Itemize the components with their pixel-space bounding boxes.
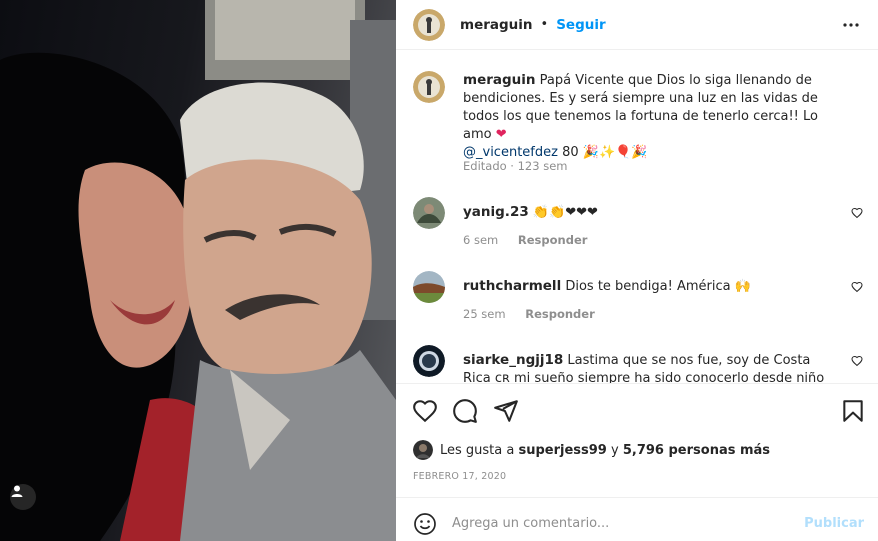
commenter-avatar[interactable]	[413, 271, 445, 303]
avatar-image	[413, 8, 445, 41]
comment-like-icon[interactable]	[851, 207, 863, 219]
post-actions	[396, 383, 878, 437]
add-comment-bar: Publicar	[396, 497, 878, 541]
author-username[interactable]: meraguin	[460, 17, 533, 33]
comment-meta: 25 sem Responder	[463, 307, 595, 321]
red-heart-emoji: ❤	[495, 127, 507, 142]
comment-body: yanig.23 👏👏❤❤❤	[463, 203, 833, 222]
caption-suffix: 80	[562, 145, 579, 160]
avatar-image	[413, 271, 445, 303]
likes-count[interactable]: 5,796 personas más	[623, 443, 770, 458]
commenter-avatar[interactable]	[413, 197, 445, 229]
comment-time: 6 sem	[463, 233, 499, 247]
user-tag-button[interactable]	[10, 484, 36, 510]
more-options-button[interactable]	[842, 17, 860, 33]
follow-button[interactable]: Seguir	[556, 17, 605, 33]
avatar-image	[413, 345, 445, 377]
caption-avatar[interactable]	[413, 71, 445, 103]
comment-item: ruthcharmell Dios te bendiga! América 🙌 …	[413, 271, 863, 331]
party-emojis: 🎉✨🎈🎉	[582, 145, 648, 160]
comment-bubble-icon[interactable]	[452, 398, 478, 424]
comment-item: siarke_ngjj18 Lastima que se nos fue, so…	[413, 345, 863, 383]
more-dots-icon	[843, 23, 859, 27]
likes-prefix: Les gusta a	[440, 442, 515, 458]
comment-body: siarke_ngjj18 Lastima que se nos fue, so…	[463, 351, 833, 383]
bookmark-icon[interactable]	[840, 398, 866, 424]
comment-username[interactable]: ruthcharmell	[463, 278, 561, 294]
publish-button[interactable]: Publicar	[804, 516, 864, 531]
likes-summary: Les gusta a superjess99 y 5,796 personas…	[413, 440, 770, 460]
comment-like-icon[interactable]	[851, 355, 863, 367]
commenter-avatar[interactable]	[413, 345, 445, 377]
caption-edited-time: Editado · 123 sem	[463, 159, 568, 173]
comment-username[interactable]: yanig.23	[463, 204, 529, 220]
reply-button[interactable]: Responder	[518, 233, 588, 247]
post-photo[interactable]	[0, 0, 396, 541]
paper-plane-icon[interactable]	[493, 398, 519, 424]
comment-item: yanig.23 👏👏❤❤❤ 6 sem Responder	[413, 197, 863, 257]
comment-input[interactable]	[452, 508, 792, 538]
comment-body: ruthcharmell Dios te bendiga! América 🙌	[463, 277, 833, 296]
comment-meta: 6 sem Responder	[463, 233, 587, 247]
reply-button[interactable]: Responder	[525, 307, 595, 321]
likes-user[interactable]: superjess99	[518, 443, 606, 458]
comment-username[interactable]: siarke_ngjj18	[463, 352, 563, 368]
author-avatar[interactable]	[413, 8, 445, 41]
caption-username[interactable]: meraguin	[463, 72, 536, 88]
comment-like-icon[interactable]	[851, 281, 863, 293]
post-detail-panel: meraguin • Seguir meraguin Papá Vicente …	[396, 0, 878, 541]
avatar-image	[413, 197, 445, 229]
liker-avatar[interactable]	[413, 440, 433, 460]
heart-icon[interactable]	[412, 398, 438, 424]
caption-text: meraguin Papá Vicente que Dios lo siga l…	[463, 71, 838, 162]
comment-text: Dios te bendiga! América 🙌	[565, 279, 751, 294]
separator-dot: •	[540, 17, 549, 32]
post-photo-illustration	[0, 0, 396, 541]
likes-middle: y	[611, 442, 619, 458]
comments-list[interactable]: meraguin Papá Vicente que Dios lo siga l…	[396, 55, 878, 383]
caption-mention[interactable]: @_vicentefdez	[463, 145, 558, 160]
smiley-icon[interactable]	[413, 512, 437, 536]
avatar-image	[413, 440, 433, 460]
comment-text: 👏👏❤❤❤	[532, 205, 598, 220]
comment-time: 25 sem	[463, 307, 506, 321]
user-tag-icon	[11, 485, 23, 497]
post-date[interactable]: FEBRERO 17, 2020	[413, 471, 506, 482]
avatar-image	[413, 71, 445, 103]
post-header: meraguin • Seguir	[396, 0, 878, 50]
